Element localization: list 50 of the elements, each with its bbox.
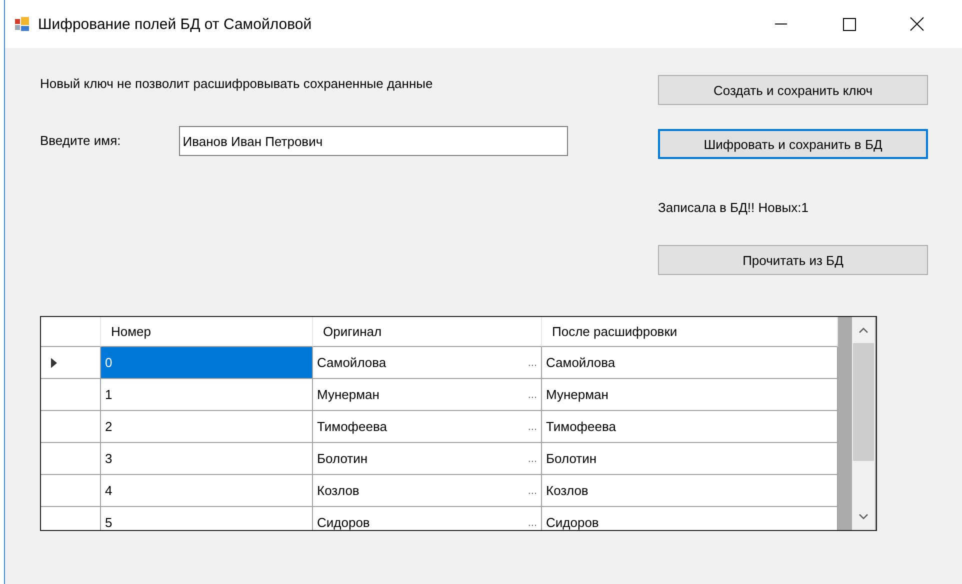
table-cell: Мунерман [542,379,838,411]
row-header[interactable] [41,411,101,443]
table-cell: 5 [101,507,313,530]
overflow-mark: ... [528,516,537,528]
table-cell: 4 [101,475,313,507]
row-header[interactable] [41,443,101,475]
action-button[interactable]: Шифровать и сохранить в БД [658,129,928,159]
action-button[interactable]: Создать и сохранить ключ [658,75,928,105]
read-button[interactable]: Прочитать из БД [658,245,928,275]
row-header[interactable] [41,347,101,379]
close-icon [910,17,924,31]
overflow-mark: ... [528,420,537,432]
cell-text: Мунерман [317,387,380,402]
table-cell: 1 [101,379,313,411]
cell-text: Болотин [317,451,369,466]
scroll-up-icon[interactable] [859,327,868,333]
table-cell: 0 [101,347,313,379]
cell-text: Сидоров [317,515,371,530]
status-text: Записала в БД!! Новых:1 [658,200,810,216]
table-cell: Тимофеева [542,411,838,443]
row-header[interactable] [41,475,101,507]
overflow-mark: ... [528,356,537,368]
maximize-icon [842,18,856,30]
column-header[interactable]: Оригинал [313,317,542,347]
table-cell: 3 [101,443,313,475]
table-cell: Сидоров [542,507,838,530]
name-label: Введите имя: [40,132,121,150]
overflow-mark: ... [528,452,537,464]
minimize-icon [775,23,787,25]
cell-text: Козлов [317,483,360,498]
name-input[interactable]: Иванов Иван Петрович [178,126,568,156]
notice-text: Новый ключ не позволит расшифровывать сохраненные данные [40,75,434,93]
overflow-mark: ... [528,484,537,496]
scroll-thumb[interactable] [853,343,874,461]
row-header[interactable] [41,379,101,411]
table-cell: Болотин [542,443,838,475]
current-row-icon [51,358,57,368]
corner-header [41,317,101,347]
table-cell: Козлов [542,475,838,507]
cell-text: Тимофеева [317,419,388,434]
cell-text: Самойлова [317,355,388,370]
scroll-down-icon[interactable] [859,514,868,520]
table-cell: 2 [101,411,313,443]
overflow-mark: ... [528,388,537,400]
app-icon [14,16,30,32]
column-header[interactable]: После расшифровки [542,317,838,347]
vertical-scrollbar[interactable] [852,317,875,530]
column-header[interactable]: Номер [101,317,313,347]
table-cell: Самойлова [542,347,838,379]
window-title: Шифрование полей БД от Самойловой [38,16,313,32]
